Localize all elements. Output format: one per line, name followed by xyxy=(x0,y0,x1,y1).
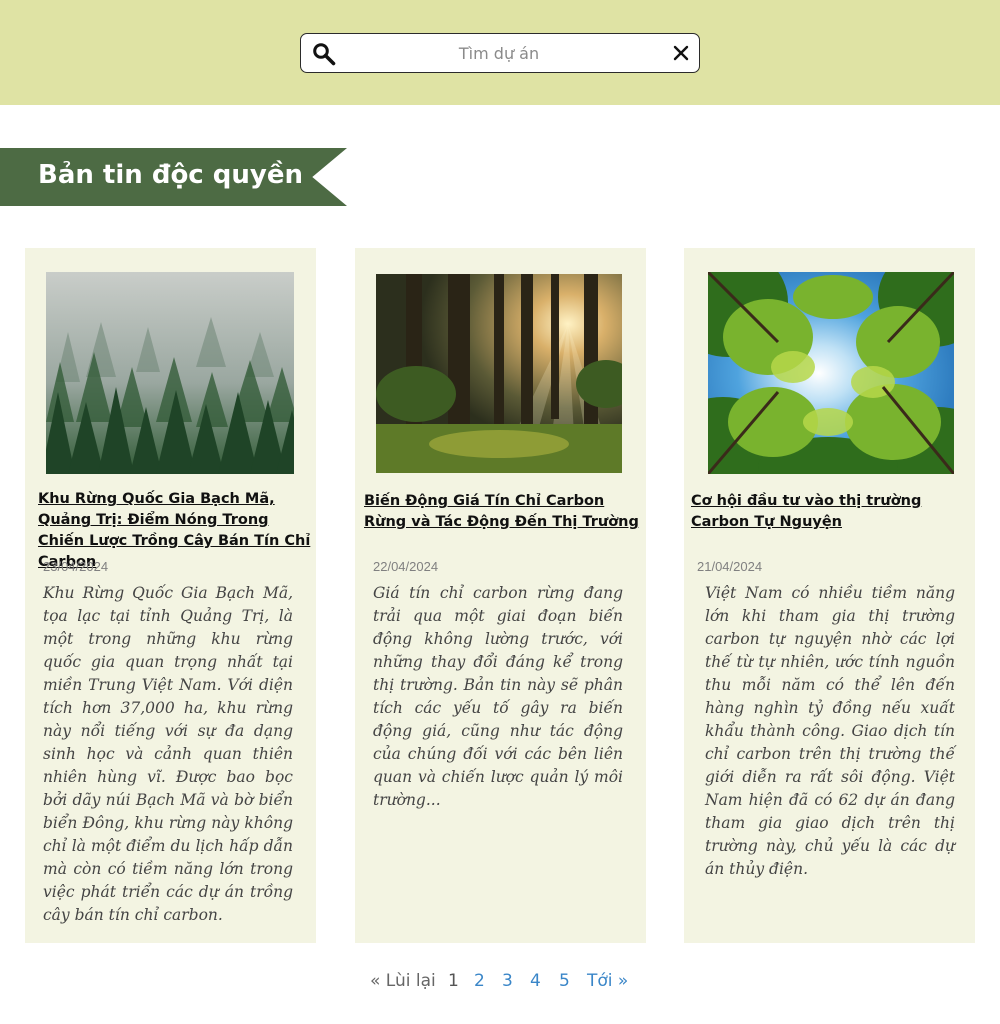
article-image-misty-forest[interactable] xyxy=(46,272,294,474)
top-header xyxy=(0,0,1000,105)
news-card: Khu Rừng Quốc Gia Bạch Mã, Quảng Trị: Đi… xyxy=(25,248,316,943)
article-title[interactable]: Biến Động Giá Tín Chỉ Carbon Rừng và Tác… xyxy=(364,491,644,533)
article-image-sunlit-forest[interactable] xyxy=(376,274,622,473)
article-excerpt: Khu Rừng Quốc Gia Bạch Mã, tọa lạc tại t… xyxy=(43,584,293,924)
pagination: « Lùi lại 1 2 3 4 5 Tới » xyxy=(0,971,1000,995)
pagination-page-5[interactable]: 5 xyxy=(559,971,570,991)
section-banner: Bản tin độc quyền xyxy=(0,148,347,206)
close-icon[interactable] xyxy=(670,42,692,64)
news-card: Cơ hội đầu tư vào thị trường Carbon Tự N… xyxy=(684,248,975,943)
pagination-page-1: 1 xyxy=(448,971,459,991)
article-date: 21/04/2024 xyxy=(697,559,763,574)
news-card: Biến Động Giá Tín Chỉ Carbon Rừng và Tác… xyxy=(355,248,646,943)
article-excerpt: Việt Nam có nhiều tiềm năng lớn khi tham… xyxy=(705,584,955,878)
article-title[interactable]: Cơ hội đầu tư vào thị trường Carbon Tự N… xyxy=(691,491,973,533)
pagination-prev[interactable]: « Lùi lại xyxy=(370,971,436,991)
pagination-page-2[interactable]: 2 xyxy=(474,971,485,991)
pagination-page-3[interactable]: 3 xyxy=(502,971,513,991)
article-image-tree-canopy[interactable] xyxy=(708,272,954,474)
section-title: Bản tin độc quyền xyxy=(38,160,303,190)
search-icon[interactable] xyxy=(312,42,336,66)
search-input[interactable] xyxy=(349,40,649,66)
article-date: 22/04/2024 xyxy=(373,559,439,574)
article-excerpt: Giá tín chỉ carbon rừng đang trải qua mộ… xyxy=(373,584,623,809)
article-date: 23/04/2024 xyxy=(43,559,109,574)
pagination-page-4[interactable]: 4 xyxy=(530,971,541,991)
search-box[interactable] xyxy=(300,33,700,73)
pagination-next[interactable]: Tới » xyxy=(587,971,628,991)
